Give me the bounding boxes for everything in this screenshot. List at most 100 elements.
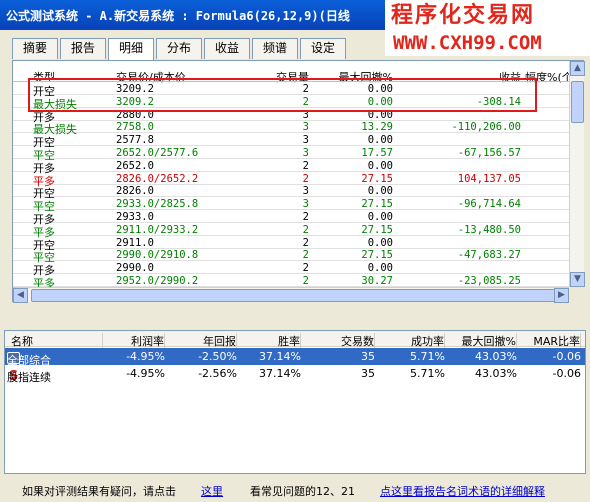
summary-name-label: 股指连续 [7, 371, 51, 384]
row-price: 2933.0 [116, 211, 154, 223]
detail-row[interactable]: 开空 3209.2 2 0.00 [13, 83, 569, 98]
window-title: 公式测试系统 - A.新交易系统 : Formula6(26,12,9)(日线 [6, 9, 350, 23]
row-price: 2911.0 [116, 236, 154, 249]
detail-rows: 开空 3209.2 2 0.00 最大损失 3209.2 2 0.00 -308.14 开多 288… [13, 83, 569, 295]
detail-row[interactable]: 最大损失 3209.2 2 0.00 -308.14 [13, 95, 569, 111]
row-drawdown: 0.00 [367, 185, 393, 198]
summary-profit: -4.95% [126, 350, 165, 363]
footer-question: 如果对评测结果有疑问，请点击 [22, 485, 176, 498]
row-return: -110,206.00 [451, 121, 521, 134]
col-success-header[interactable]: 成功率 [377, 333, 445, 349]
row-qty: 2 [302, 211, 309, 223]
summary-grid: 名称 利润率 年回报 胜率 交易数 成功率 最大回撤% MAR比率 全部综合 -… [4, 330, 586, 474]
detail-row[interactable]: 平空 2933.0/2825.8 3 27.15 -96,714.64 [13, 198, 569, 213]
vertical-scrollbar[interactable]: ▲ ▼ [569, 61, 585, 287]
row-drawdown: 0.00 [367, 159, 393, 172]
footer-here-link[interactable]: 这里 [201, 483, 223, 499]
row-drawdown: 0.00 [367, 83, 393, 95]
row-drawdown: 30.27 [361, 275, 393, 287]
row-qty: 2 [302, 83, 309, 95]
scroll-up-icon[interactable]: ▲ [570, 61, 585, 76]
row-qty: 3 [302, 185, 309, 198]
horizontal-scrollbar[interactable]: ◀ ▶ [13, 287, 571, 303]
title-bar: 公式测试系统 - A.新交易系统 : Formula6(26,12,9)(日线 … [0, 0, 590, 30]
detail-row[interactable]: 最大损失 2758.0 3 13.29 -110,206.00 [13, 121, 569, 136]
row-drawdown: 27.15 [361, 198, 393, 211]
tab-detail[interactable]: 明细 [108, 38, 154, 60]
row-qty: 2 [302, 223, 309, 236]
row-qty: 2 [302, 159, 309, 172]
row-drawdown: 13.29 [361, 121, 393, 134]
row-price: 2826.0 [116, 185, 154, 198]
col-name-header[interactable]: 名称 [11, 333, 103, 349]
summary-profit: -4.95% [126, 367, 165, 380]
row-drawdown: 0.00 [367, 211, 393, 223]
row-price: 2990.0/2910.8 [116, 249, 199, 262]
detail-row[interactable]: 开多 2652.0 2 0.00 [13, 159, 569, 175]
detail-row[interactable]: 开多 2880.0 3 0.00 [13, 109, 569, 124]
summary-winrate: 37.14% [259, 367, 301, 380]
row-return: -13,480.50 [457, 223, 521, 236]
row-price: 2952.0/2990.2 [116, 275, 199, 287]
detail-row[interactable]: 开空 2577.8 3 0.00 [13, 134, 569, 149]
row-drawdown: 27.15 [361, 249, 393, 262]
row-qty: 3 [302, 121, 309, 134]
summary-header-row: 名称 利润率 年回报 胜率 交易数 成功率 最大回撤% MAR比率 [5, 331, 585, 349]
scroll-left-icon[interactable]: ◀ [13, 288, 28, 303]
row-return: -23,085.25 [457, 275, 521, 287]
header-divider [13, 81, 569, 82]
footer-terms-link[interactable]: 点这里看报告名词术语的详细解释 [380, 483, 545, 499]
row-return: -47,683.27 [457, 249, 521, 262]
summary-row-index[interactable]: S 股指连续 -4.95% -2.56% 37.14% 35 5.71% 43.0… [5, 365, 585, 384]
tab-summary[interactable]: 摘要 [12, 38, 58, 59]
row-drawdown: 0.00 [367, 236, 393, 249]
detail-row[interactable]: 开多 2990.0 2 0.00 [13, 262, 569, 277]
tab-settings[interactable]: 设定 [300, 38, 346, 59]
row-drawdown: 0.00 [367, 134, 393, 147]
scroll-down-icon[interactable]: ▼ [570, 272, 585, 287]
detail-row[interactable]: 平空 2990.0/2910.8 2 27.15 -47,683.27 [13, 249, 569, 264]
detail-row[interactable]: 平多 2952.0/2990.2 2 30.27 -23,085.25 [13, 275, 569, 290]
row-return: 104,137.05 [457, 172, 521, 185]
tab-report[interactable]: 报告 [60, 38, 106, 59]
row-drawdown: 27.15 [361, 172, 393, 185]
detail-grid: 类型 交易价/成本价 交易量 最大回撤% 收益 幅度%(个 开空 3209.2 2 0… [12, 60, 585, 303]
row-price: 2577.8 [116, 134, 154, 147]
col-winrate-header[interactable]: 胜率 [241, 333, 301, 349]
detail-row[interactable]: 开空 2826.0 3 0.00 [13, 185, 569, 200]
detail-row[interactable]: 平空 2652.0/2577.6 3 17.57 -67,156.57 [13, 147, 569, 162]
col-mar-header[interactable]: MAR比率 [521, 333, 581, 349]
summary-annual: -2.50% [198, 350, 237, 363]
row-return: -308.14 [476, 95, 521, 108]
summary-maxdd: 43.03% [475, 367, 517, 380]
scroll-right-icon[interactable]: ▶ [554, 288, 569, 303]
tab-spectrum[interactable]: 频谱 [252, 38, 298, 59]
row-qty: 2 [302, 172, 309, 185]
detail-row[interactable]: 开空 2911.0 2 0.00 [13, 236, 569, 252]
summary-row-all[interactable]: 全部综合 -4.95% -2.50% 37.14% 35 5.71% 43.03… [5, 348, 585, 367]
summary-annual: -2.56% [198, 367, 237, 380]
tab-bar: 摘要 报告 明细 分布 收益 频谱 设定 [12, 38, 348, 60]
summary-success: 5.71% [410, 367, 445, 380]
col-profit-header[interactable]: 利润率 [101, 333, 165, 349]
summary-winrate: 37.14% [259, 350, 301, 363]
tab-distribution[interactable]: 分布 [156, 38, 202, 59]
col-annual-header[interactable]: 年回报 [173, 333, 237, 349]
col-maxdd-header[interactable]: 最大回撤% [449, 333, 517, 349]
row-qty: 3 [302, 147, 309, 159]
tab-returns[interactable]: 收益 [204, 38, 250, 59]
col-trades-header[interactable]: 交易数 [305, 333, 375, 349]
scroll-thumb[interactable] [571, 81, 584, 123]
detail-row[interactable]: 平多 2911.0/2933.2 2 27.15 -13,480.50 [13, 223, 569, 239]
hscroll-thumb[interactable] [31, 289, 571, 302]
row-return: -96,714.64 [457, 198, 521, 211]
row-qty: 3 [302, 198, 309, 211]
row-price: 2990.0 [116, 262, 154, 275]
row-price: 3209.2 [116, 95, 154, 108]
detail-row[interactable]: 开多 2933.0 2 0.00 [13, 211, 569, 226]
footer-faq: 看常见问题的12、21 [250, 485, 355, 498]
row-price: 2652.0/2577.6 [116, 147, 199, 159]
footer: 如果对评测结果有疑问，请点击 这里 看常见问题的12、21 点这里看报告名词术语… [0, 478, 590, 502]
detail-row[interactable]: 平多 2826.0/2652.2 2 27.15 104,137.05 [13, 172, 569, 188]
row-price: 2933.0/2825.8 [116, 198, 199, 211]
